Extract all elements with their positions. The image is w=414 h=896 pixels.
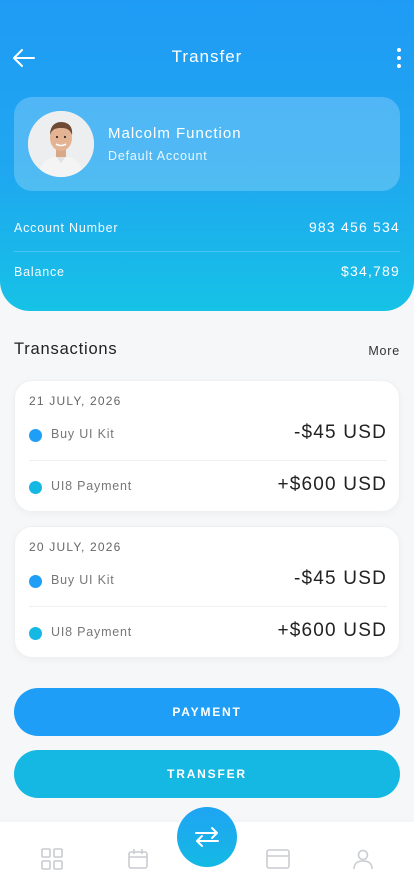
nav-cards[interactable] (265, 846, 291, 872)
transaction-group-card: 20 JULY, 2026 Buy UI Kit -$45 USD UI8 Pa… (14, 526, 400, 658)
balance-label: Balance (14, 265, 65, 279)
transaction-row[interactable]: UI8 Payment +$600 USD (29, 618, 387, 648)
more-vertical-icon (397, 48, 401, 52)
payment-button[interactable]: PAYMENT (14, 688, 400, 736)
nav-dashboard[interactable] (39, 846, 65, 872)
transactions-title: Transactions (14, 340, 118, 358)
row-divider (29, 606, 387, 607)
account-type: Default Account (108, 149, 208, 163)
more-link[interactable]: More (368, 344, 400, 358)
transaction-name: UI8 Payment (51, 479, 133, 493)
transaction-group-card: 21 JULY, 2026 Buy UI Kit -$45 USD UI8 Pa… (14, 380, 400, 512)
account-number-row: Account Number 983 456 534 (14, 219, 400, 241)
account-card[interactable]: Malcolm Function Default Account (14, 97, 400, 191)
transaction-date: 20 JULY, 2026 (29, 540, 122, 554)
page-title: Transfer (171, 47, 243, 66)
top-bar: Transfer (0, 36, 414, 80)
balance-row: Balance $34,789 (14, 263, 400, 285)
transaction-amount: +$600 USD (277, 620, 387, 641)
transfer-button[interactable]: TRANSFER (14, 750, 400, 798)
user-icon (353, 849, 373, 870)
status-dot (29, 627, 42, 640)
more-menu-button[interactable] (392, 44, 406, 72)
transaction-amount: +$600 USD (277, 474, 387, 495)
transaction-name: Buy UI Kit (51, 573, 115, 587)
card-icon (266, 849, 290, 869)
avatar (28, 111, 94, 177)
transaction-name: UI8 Payment (51, 625, 133, 639)
status-dot (29, 481, 42, 494)
account-number-label: Account Number (14, 221, 119, 235)
status-dot (29, 575, 42, 588)
status-dot (29, 429, 42, 442)
account-holder-name: Malcolm Function (108, 125, 242, 142)
transfer-arrows-icon (195, 827, 219, 847)
transaction-amount: -$45 USD (293, 568, 387, 589)
divider (14, 251, 400, 252)
transaction-row[interactable]: Buy UI Kit -$45 USD (29, 420, 387, 450)
transaction-amount: -$45 USD (293, 422, 387, 443)
account-number-value: 983 456 534 (308, 219, 400, 235)
row-divider (29, 460, 387, 461)
nav-calendar[interactable] (125, 846, 151, 872)
calendar-icon (128, 849, 148, 869)
grid-icon (41, 848, 63, 870)
transaction-row[interactable]: Buy UI Kit -$45 USD (29, 566, 387, 596)
transaction-row[interactable]: UI8 Payment +$600 USD (29, 472, 387, 502)
transfer-fab[interactable] (177, 807, 237, 867)
balance-value: $34,789 (340, 263, 400, 279)
transaction-date: 21 JULY, 2026 (29, 394, 122, 408)
transaction-name: Buy UI Kit (51, 427, 115, 441)
transactions-header: Transactions More (14, 340, 400, 362)
nav-profile[interactable] (350, 846, 376, 872)
header-panel: Transfer Malcolm Function Default Accoun… (0, 0, 414, 311)
